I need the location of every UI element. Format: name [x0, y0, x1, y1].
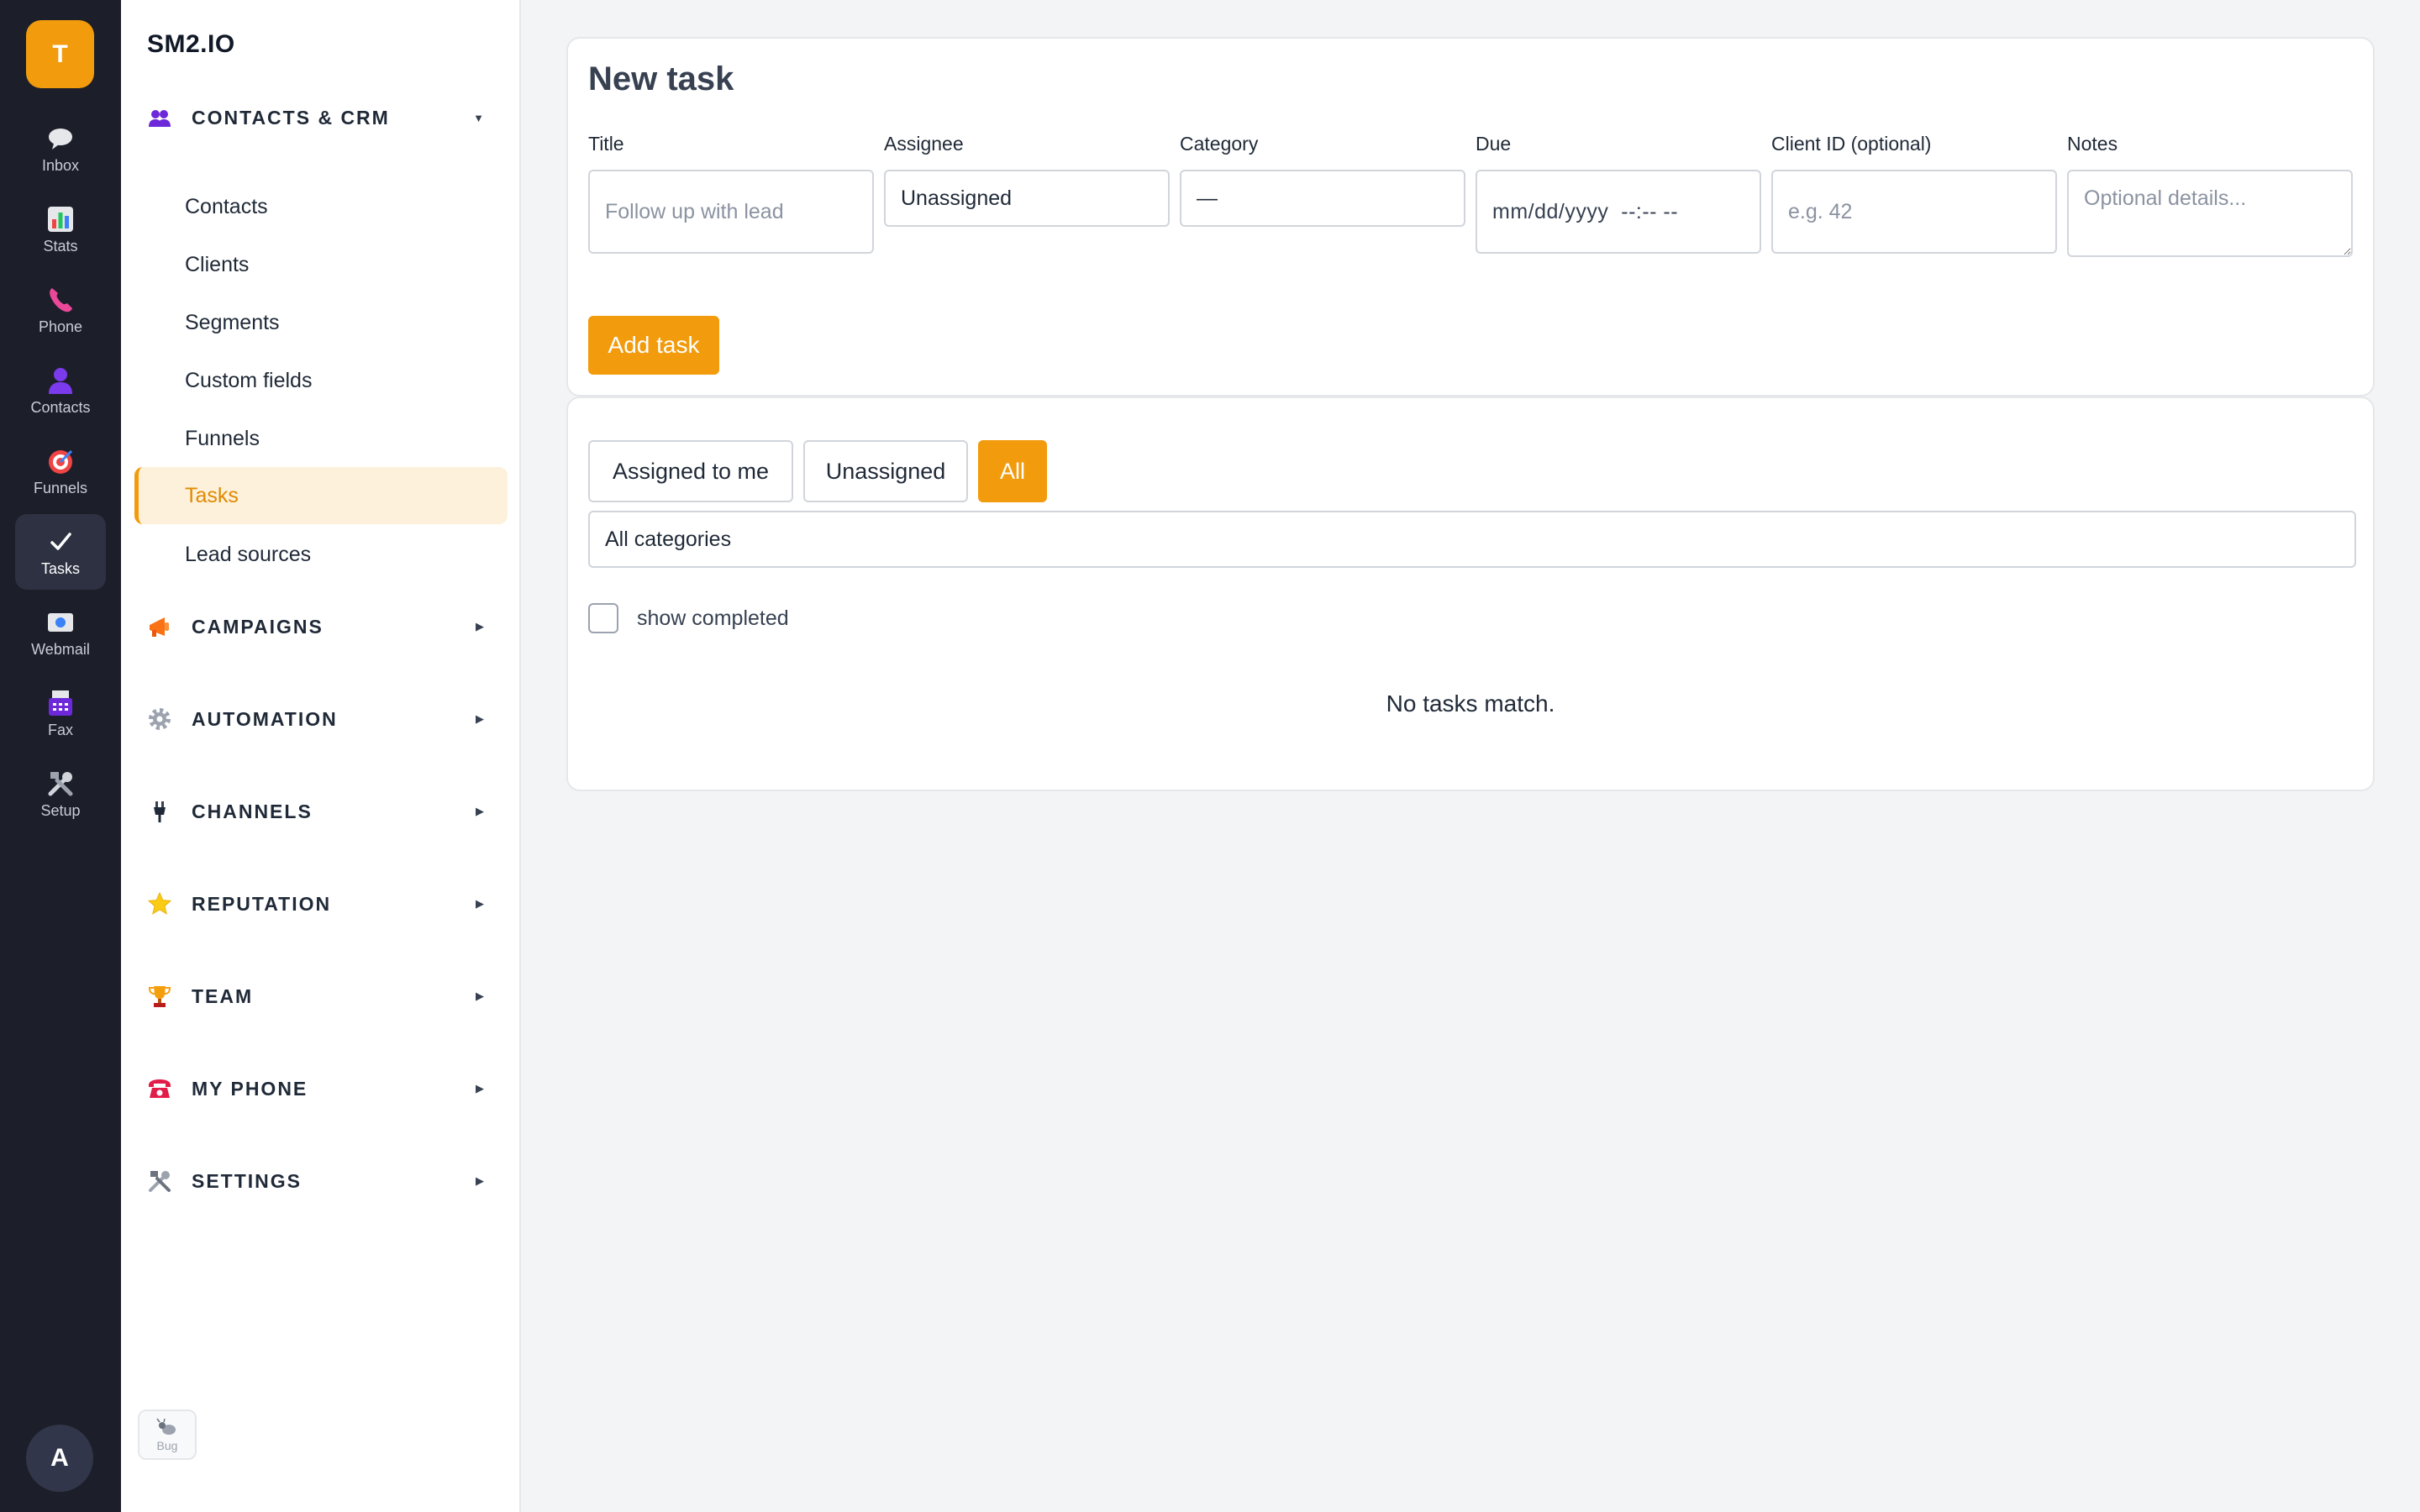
- rail-item-label: Funnels: [33, 479, 88, 496]
- notes-textarea[interactable]: [2067, 170, 2353, 257]
- add-task-button[interactable]: Add task: [588, 316, 719, 375]
- section-settings[interactable]: SETTINGS ▶: [146, 1163, 499, 1200]
- client-id-input[interactable]: [1771, 170, 2057, 254]
- phone-icon: [44, 285, 77, 315]
- section-campaigns[interactable]: CAMPAIGNS ▶: [146, 608, 499, 645]
- gear-icon: [146, 704, 180, 734]
- bar-chart-icon: [44, 204, 77, 234]
- title-label: Title: [588, 133, 624, 155]
- sidebar: SM2.IO CONTACTS & CRM ▼ Contacts Clients…: [121, 0, 521, 1512]
- rail-item-label: Stats: [43, 237, 78, 255]
- megaphone-icon: [146, 612, 180, 642]
- rail-item-tasks[interactable]: Tasks: [15, 514, 106, 590]
- rail-item-label: Webmail: [31, 640, 90, 658]
- bug-label: Bug: [156, 1439, 178, 1452]
- rail-item-phone[interactable]: Phone: [15, 272, 106, 348]
- section-automation[interactable]: AUTOMATION ▶: [146, 701, 499, 738]
- rail-item-label: Fax: [47, 721, 73, 738]
- rail-item-fax[interactable]: Fax: [15, 675, 106, 751]
- category-filter-select[interactable]: All categories: [588, 511, 2356, 568]
- nav-item-funnels[interactable]: Funnels: [134, 410, 508, 467]
- section-my-phone[interactable]: MY PHONE ▶: [146, 1070, 499, 1107]
- nav-item-tasks[interactable]: Tasks: [134, 467, 508, 524]
- section-label: CHANNELS: [192, 800, 313, 822]
- filter-all[interactable]: All: [978, 440, 1047, 502]
- caret-down-icon: ▼: [473, 111, 484, 124]
- rail-item-inbox[interactable]: Inbox: [15, 111, 106, 186]
- caret-right-icon: ▶: [476, 1082, 484, 1095]
- bug-icon: [156, 1418, 176, 1435]
- telephone-icon: [146, 1074, 180, 1104]
- category-label: Category: [1180, 133, 1259, 155]
- assignee-label: Assignee: [884, 133, 964, 155]
- nav-item-clients[interactable]: Clients: [134, 236, 508, 293]
- assignee-select[interactable]: Unassigned: [884, 170, 1170, 227]
- plug-icon: [146, 796, 180, 827]
- section-label: SETTINGS: [192, 1169, 302, 1192]
- nav-item-custom-fields[interactable]: Custom fields: [134, 352, 508, 409]
- app-logo[interactable]: SM2.IO: [147, 30, 235, 59]
- star-icon: [146, 889, 180, 919]
- section-channels[interactable]: CHANNELS ▶: [146, 793, 499, 830]
- fax-icon: [44, 688, 77, 718]
- rail-item-label: Tasks: [40, 559, 80, 577]
- user-avatar[interactable]: A: [26, 1425, 93, 1492]
- rail-item-setup[interactable]: Setup: [15, 756, 106, 832]
- rail-item-label: Contacts: [30, 398, 91, 416]
- workspace-badge[interactable]: T: [26, 20, 94, 88]
- section-contacts-crm[interactable]: CONTACTS & CRM ▼: [146, 99, 499, 136]
- task-list-card: Assigned to me Unassigned All All catego…: [566, 396, 2375, 791]
- tools-icon: [146, 1166, 180, 1196]
- title-input[interactable]: [588, 170, 874, 254]
- app-rail: T Inbox Stats Phone Contacts Funnels Tas…: [0, 0, 121, 1512]
- caret-right-icon: ▶: [476, 990, 484, 1002]
- caret-right-icon: ▶: [476, 620, 484, 633]
- section-label: REPUTATION: [192, 892, 332, 915]
- due-input[interactable]: mm/dd/yyyy --:-- --: [1476, 170, 1761, 254]
- nav-item-segments[interactable]: Segments: [134, 294, 508, 351]
- app-root: T Inbox Stats Phone Contacts Funnels Tas…: [0, 0, 2420, 1512]
- rail-item-funnels[interactable]: Funnels: [15, 433, 106, 509]
- speech-bubble-icon: [44, 123, 77, 154]
- checkmark-icon: [44, 527, 77, 557]
- filter-assigned-to-me[interactable]: Assigned to me: [588, 440, 793, 502]
- new-task-card: New task Title Assignee Unassigned Categ…: [566, 37, 2375, 396]
- caret-right-icon: ▶: [476, 897, 484, 910]
- caret-right-icon: ▶: [476, 805, 484, 817]
- due-label: Due: [1476, 133, 1512, 155]
- bug-report-button[interactable]: Bug: [138, 1410, 197, 1460]
- caret-right-icon: ▶: [476, 1174, 484, 1187]
- target-icon: [44, 446, 77, 476]
- rail-item-label: Setup: [40, 801, 81, 819]
- section-team[interactable]: TEAM ▶: [146, 978, 499, 1015]
- show-completed-checkbox[interactable]: [588, 603, 618, 633]
- tools-icon: [44, 769, 77, 799]
- empty-state-message: No tasks match.: [1386, 690, 1555, 717]
- rail-item-label: Phone: [38, 318, 83, 335]
- new-task-title: New task: [588, 60, 734, 97]
- nav-item-lead-sources[interactable]: Lead sources: [134, 526, 508, 583]
- section-label: MY PHONE: [192, 1077, 308, 1100]
- nav-item-contacts[interactable]: Contacts: [134, 178, 508, 235]
- section-reputation[interactable]: REPUTATION ▶: [146, 885, 499, 922]
- filter-unassigned[interactable]: Unassigned: [803, 440, 968, 502]
- rail-item-label: Inbox: [41, 156, 80, 174]
- notes-label: Notes: [2067, 133, 2118, 155]
- section-label: TEAM: [192, 984, 254, 1007]
- rail-item-webmail[interactable]: Webmail: [15, 595, 106, 670]
- section-label: AUTOMATION: [192, 707, 338, 730]
- section-label: CAMPAIGNS: [192, 615, 324, 638]
- show-completed-label: show completed: [637, 606, 789, 630]
- mail-icon: [44, 607, 77, 638]
- person-icon: [44, 365, 77, 396]
- caret-right-icon: ▶: [476, 712, 484, 725]
- section-label: CONTACTS & CRM: [192, 106, 390, 129]
- show-completed-row[interactable]: show completed: [588, 603, 789, 633]
- people-icon: [146, 102, 180, 133]
- category-select[interactable]: —: [1180, 170, 1465, 227]
- trophy-icon: [146, 981, 180, 1011]
- client-id-label: Client ID (optional): [1771, 133, 1932, 155]
- rail-item-stats[interactable]: Stats: [15, 192, 106, 267]
- rail-item-contacts[interactable]: Contacts: [15, 353, 106, 428]
